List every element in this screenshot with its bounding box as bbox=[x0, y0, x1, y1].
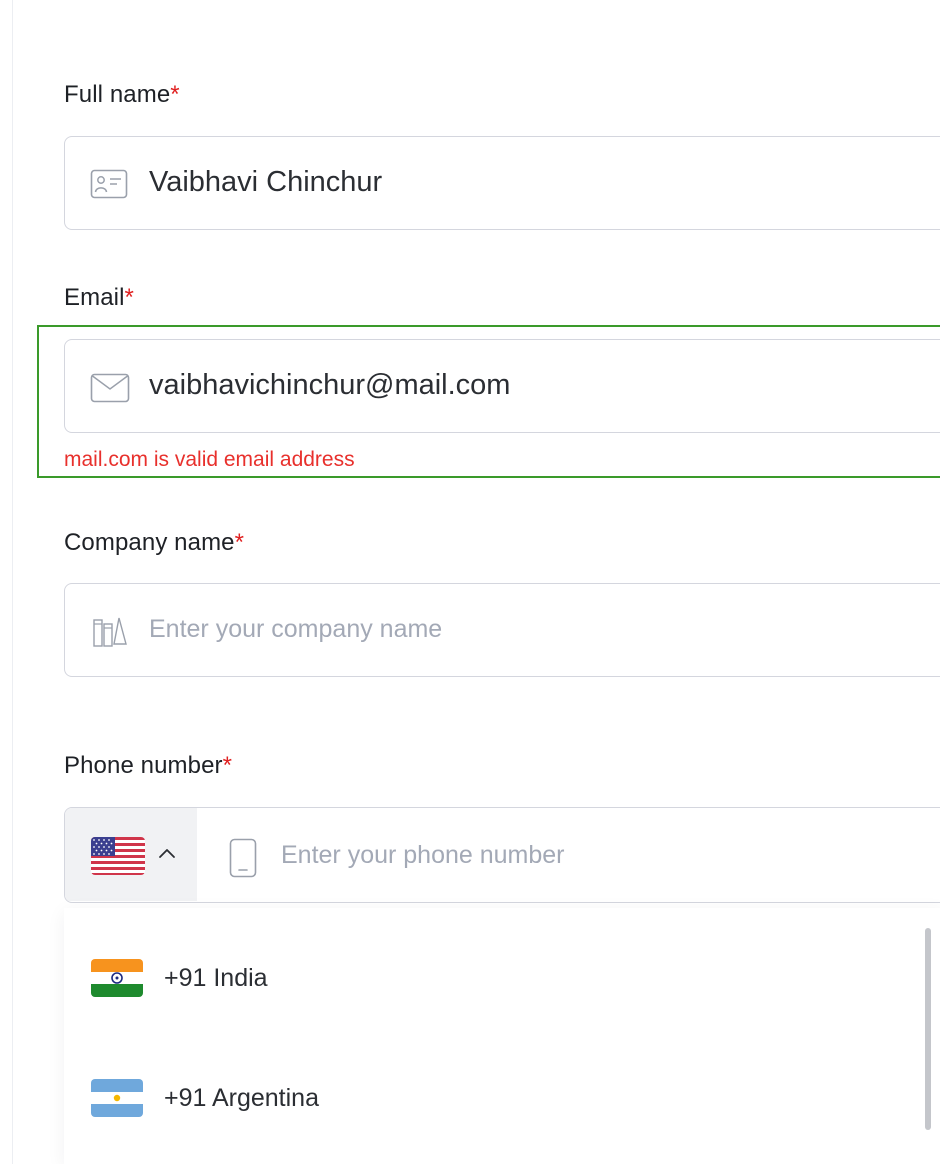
chevron-up-icon[interactable] bbox=[157, 846, 177, 865]
required-mark: * bbox=[124, 284, 134, 311]
argentina-flag-icon bbox=[91, 1079, 143, 1122]
phone-number-label: Phone number* bbox=[64, 752, 232, 780]
id-card-icon bbox=[90, 169, 128, 199]
company-name-label: Company name* bbox=[64, 529, 244, 557]
phone-number-input[interactable]: Enter your phone number bbox=[281, 841, 565, 870]
required-mark: * bbox=[222, 752, 233, 779]
full-name-field[interactable]: Vaibhavi Chinchur bbox=[64, 136, 940, 230]
mobile-phone-icon bbox=[229, 838, 257, 883]
country-option-india[interactable]: +91 India bbox=[64, 908, 914, 1018]
company-name-field[interactable]: Enter your company name bbox=[64, 583, 940, 677]
full-name-label: Full name* bbox=[64, 81, 180, 109]
phone-number-label-text: Phone number bbox=[64, 752, 223, 779]
full-name-label-text: Full name bbox=[64, 81, 171, 108]
email-label: Email* bbox=[64, 284, 134, 312]
email-label-text: Email bbox=[64, 284, 125, 311]
full-name-input[interactable]: Vaibhavi Chinchur bbox=[149, 166, 382, 199]
email-validation-message: mail.com is valid email address bbox=[64, 448, 355, 471]
country-code-select[interactable] bbox=[65, 808, 197, 901]
dropdown-scrollbar[interactable] bbox=[925, 928, 931, 1130]
india-flag-icon bbox=[91, 959, 143, 1002]
company-name-input[interactable]: Enter your company name bbox=[149, 615, 442, 644]
country-dropdown: +91 India +91 Argentina bbox=[64, 908, 940, 1164]
books-icon bbox=[92, 614, 130, 647]
country-option-label: +91 India bbox=[164, 964, 268, 992]
phone-number-field: Enter your phone number bbox=[64, 807, 940, 903]
required-mark: * bbox=[170, 81, 180, 108]
country-option-label: +91 Argentina bbox=[164, 1084, 319, 1112]
email-input[interactable]: vaibhavichinchur@mail.com bbox=[149, 369, 510, 402]
company-name-label-text: Company name bbox=[64, 529, 235, 556]
envelope-icon bbox=[90, 373, 130, 403]
email-field[interactable]: vaibhavichinchur@mail.com bbox=[64, 339, 940, 433]
us-flag-icon bbox=[91, 837, 145, 880]
required-mark: * bbox=[234, 529, 245, 556]
country-option-argentina[interactable]: +91 Argentina bbox=[64, 1028, 914, 1138]
